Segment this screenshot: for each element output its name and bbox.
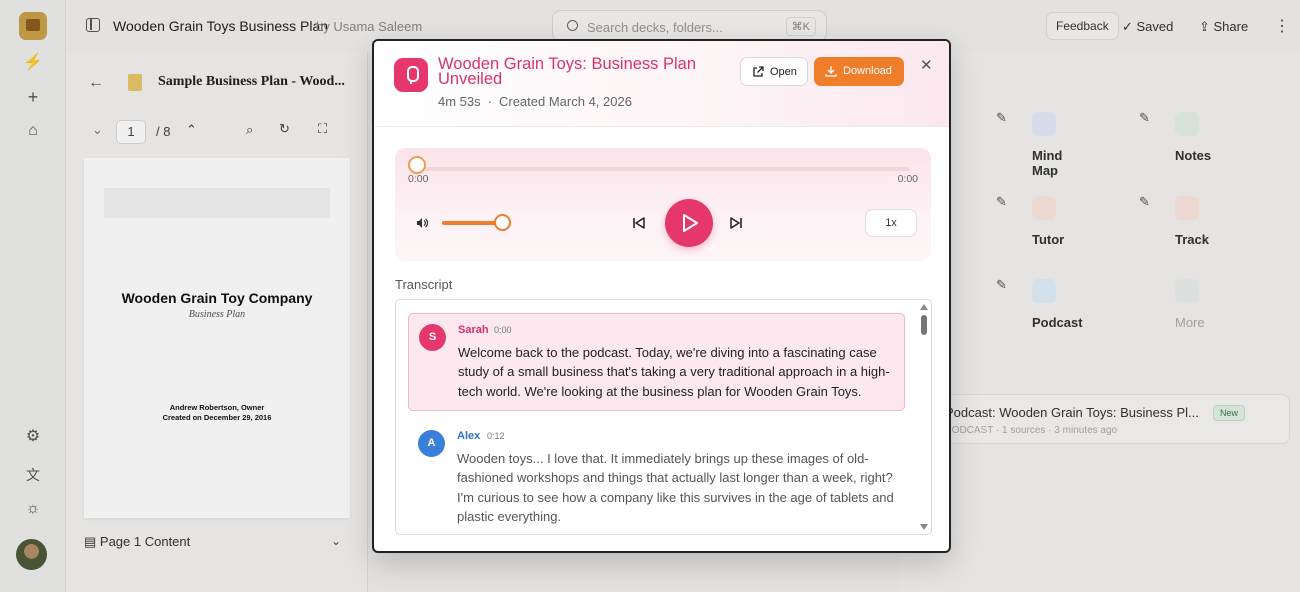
meta-separator: · xyxy=(487,94,492,109)
podcast-duration: 4m 53s xyxy=(438,94,481,109)
transcript-entry[interactable]: A Alex 0:12 Wooden toys... I love that. … xyxy=(408,420,905,530)
speaker-name: Alex xyxy=(457,430,481,442)
speaker-name: Sarah xyxy=(458,324,489,336)
external-link-icon xyxy=(753,66,764,77)
play-button[interactable] xyxy=(665,199,713,247)
entry-text: Welcome back to the podcast. Today, we'r… xyxy=(458,345,890,399)
podcast-title: Wooden Grain Toys: Business Plan Unveile… xyxy=(438,55,697,88)
volume-slider[interactable] xyxy=(442,221,502,225)
total-time: 0:00 xyxy=(897,173,918,185)
close-icon[interactable]: ✕ xyxy=(920,56,933,74)
progress-track[interactable] xyxy=(417,167,910,171)
audio-player: 0:00 0:00 1x xyxy=(395,148,931,261)
open-label: Open xyxy=(770,66,797,78)
podcast-created: Created March 4, 2026 xyxy=(498,94,632,109)
podcast-meta: 4m 53s · Created March 4, 2026 xyxy=(438,94,632,109)
transcript-panel[interactable]: S Sarah 0:00 Welcome back to the podcast… xyxy=(395,299,932,535)
entry-text: Wooden toys... I love that. It immediate… xyxy=(457,451,894,524)
open-button[interactable]: Open xyxy=(740,57,808,86)
transcript-heading: Transcript xyxy=(395,277,453,292)
current-time: 0:00 xyxy=(408,173,429,185)
speaker-avatar: A xyxy=(418,430,445,457)
play-icon xyxy=(683,214,698,232)
volume-icon[interactable] xyxy=(415,216,429,230)
entry-timestamp: 0:12 xyxy=(487,431,505,441)
download-label: Download xyxy=(843,65,892,77)
download-icon xyxy=(825,66,837,77)
volume-handle[interactable] xyxy=(494,214,511,231)
transcript-scrollbar[interactable] xyxy=(917,300,931,534)
modal-header: Wooden Grain Toys: Business Plan Unveile… xyxy=(374,41,949,127)
transcript-entry[interactable]: S Sarah 0:00 Welcome back to the podcast… xyxy=(408,313,905,411)
speaker-avatar: S xyxy=(419,324,446,351)
progress-handle[interactable] xyxy=(408,156,426,174)
microphone-icon xyxy=(394,58,428,92)
scroll-down-arrow-icon[interactable] xyxy=(920,524,928,530)
podcast-modal: Wooden Grain Toys: Business Plan Unveile… xyxy=(372,39,951,553)
entry-timestamp: 0:00 xyxy=(494,325,512,335)
volume-fill xyxy=(442,221,502,225)
scroll-up-arrow-icon[interactable] xyxy=(920,304,928,310)
scrollbar-thumb[interactable] xyxy=(921,315,927,335)
skip-forward-icon[interactable] xyxy=(729,216,743,230)
download-button[interactable]: Download xyxy=(814,57,904,86)
skip-back-icon[interactable] xyxy=(632,216,646,230)
playback-speed-button[interactable]: 1x xyxy=(865,209,917,237)
